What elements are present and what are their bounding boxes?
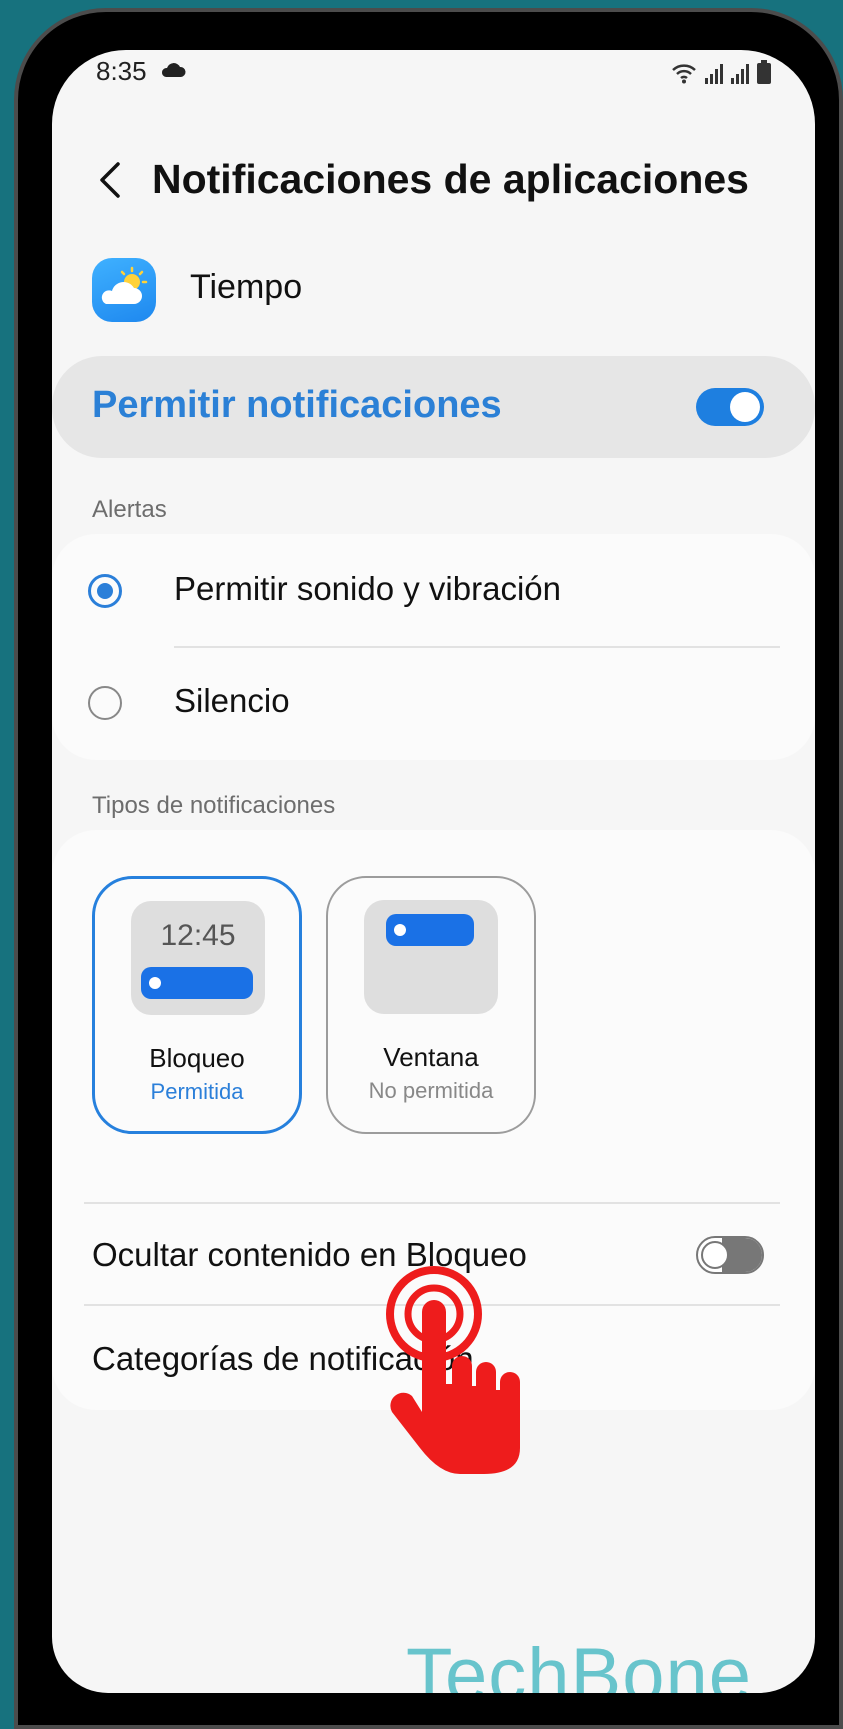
toggle-knob [701, 1241, 729, 1269]
status-icons [671, 56, 771, 84]
wifi-icon [672, 64, 696, 84]
battery-icon [757, 60, 771, 84]
page-title: Notificaciones de aplicaciones [152, 156, 749, 202]
allow-notifications-label: Permitir notificaciones [92, 384, 502, 426]
status-time: 8:35 [96, 56, 147, 86]
alert-option-label: Silencio [174, 682, 290, 719]
tap-hand-icon [386, 1266, 520, 1474]
radio-unselected[interactable] [88, 686, 122, 720]
tile-title: Bloqueo [149, 1043, 245, 1073]
tile-title: Ventana [383, 1042, 479, 1072]
alerts-section-label: Alertas [92, 496, 167, 523]
app-name: Tiempo [190, 268, 303, 306]
watermark-logo: TechBone [406, 1633, 753, 1693]
notification-pill-icon [386, 914, 474, 946]
allow-notifications-row[interactable]: Permitir notificaciones [52, 356, 815, 458]
preview-time: 12:45 [160, 919, 236, 952]
radio-selected[interactable] [88, 574, 122, 608]
divider [84, 1202, 780, 1204]
type-tile-lock-screen[interactable]: 12:45 Bloqueo Permitida [92, 876, 302, 1134]
popup-preview [364, 900, 498, 1014]
tile-status: Permitida [150, 1079, 244, 1104]
lock-screen-preview: 12:45 [131, 901, 265, 1015]
alerts-card: Permitir sonido y vibración Silencio [52, 534, 815, 760]
alert-option-label: Permitir sonido y vibración [174, 570, 561, 607]
toggle-knob [730, 392, 760, 422]
notification-pill-icon [141, 967, 253, 999]
hide-content-toggle[interactable] [696, 1236, 764, 1274]
notification-types-section-label: Tipos de notificaciones [92, 792, 336, 819]
allow-notifications-toggle[interactable] [696, 388, 764, 426]
cloud-icon [161, 63, 186, 77]
divider [174, 646, 780, 648]
type-tile-popup[interactable]: Ventana No permitida [326, 876, 536, 1134]
signal-icon [705, 64, 723, 84]
tile-status: No permitida [368, 1078, 494, 1103]
weather-app-icon [92, 258, 156, 322]
signal-icon [731, 64, 749, 84]
chevron-left-icon[interactable] [96, 158, 124, 202]
